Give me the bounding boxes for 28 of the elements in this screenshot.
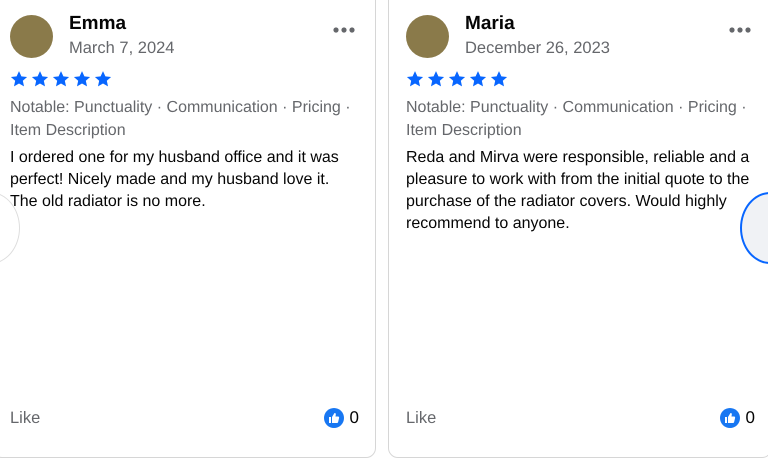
more-options-icon[interactable] [729, 27, 751, 33]
star-icon [31, 70, 49, 88]
reviewer-name: Maria [465, 13, 516, 35]
like-button[interactable]: Like [10, 408, 40, 428]
star-icon [448, 70, 466, 88]
like-count: 0 [746, 408, 755, 428]
review-text: Reda and Mirva were responsible, reliable and a pleasure to work with from the initial quote to the purchase of the radiator covers. Would highly recommend to anyone. [406, 148, 750, 234]
star-icon [406, 70, 424, 88]
more-options-icon[interactable] [333, 27, 355, 33]
review-date: March 7, 2024 [69, 39, 176, 58]
review-text: I ordered one for my husband office and it was perfect! Nicely made and my husband love it. The old radiator is no more. [10, 148, 340, 212]
star-icon [94, 70, 112, 88]
avatar-photo [10, 15, 53, 58]
star-icon [490, 70, 508, 88]
notable-tags: Notable: Punctuality · Communication · Pricing · Item Description [406, 96, 755, 142]
reviewer-name: Emma [69, 13, 128, 35]
like-count: 0 [350, 408, 359, 428]
star-icon [73, 70, 91, 88]
thumbs-up-icon [324, 408, 344, 428]
like-button[interactable]: Like [406, 408, 436, 428]
star-icon [469, 70, 487, 88]
thumbs-up-icon [720, 408, 740, 428]
star-icon [10, 70, 28, 88]
star-icon [52, 70, 70, 88]
review-date: December 26, 2023 [465, 39, 611, 58]
star-icon [427, 70, 445, 88]
avatar-photo [406, 15, 449, 58]
notable-tags: Notable: Punctuality · Communication · Pricing · Item Description [10, 96, 359, 142]
